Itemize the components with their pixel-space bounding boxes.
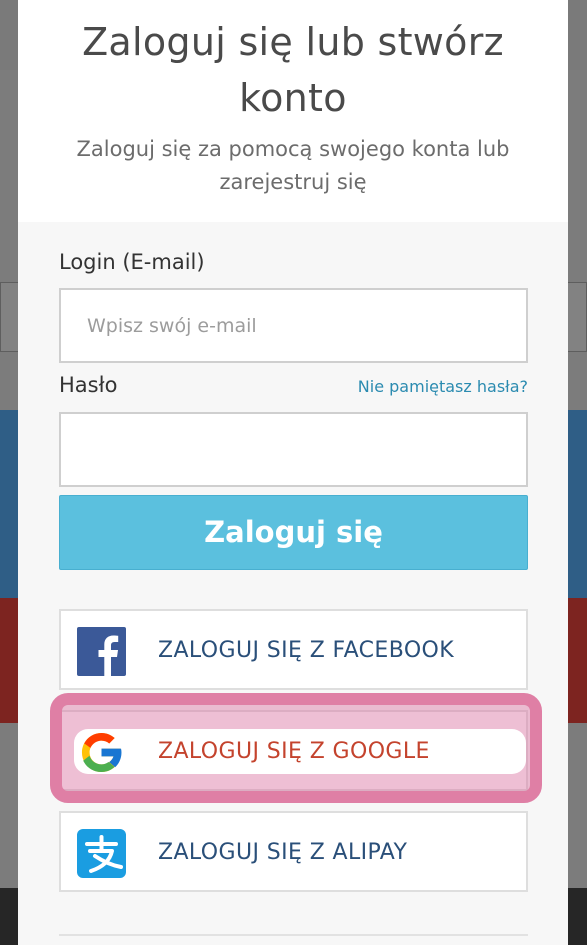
google-login-label-highlighted: ZALOGUJ SIĘ Z GOOGLE: [158, 739, 430, 764]
modal-header: Zaloguj się lub stwórz konto Zaloguj się…: [18, 0, 568, 222]
login-label: Login (E-mail): [59, 250, 205, 274]
modal-subtitle: Zaloguj się za pomocą swojego konta lub …: [76, 137, 510, 194]
alipay-login-label: ZALOGUJ SIĘ Z ALIPAY: [158, 840, 408, 865]
divider: [59, 934, 528, 936]
modal-title: Zaloguj się lub stwórz konto: [82, 20, 504, 120]
facebook-login-label: ZALOGUJ SIĘ Z FACEBOOK: [158, 638, 455, 663]
facebook-login-button[interactable]: ZALOGUJ SIĘ Z FACEBOOK: [59, 609, 528, 690]
forgot-password-link[interactable]: Nie pamiętasz hasła?: [358, 377, 528, 396]
google-icon: [81, 732, 123, 773]
alipay-icon: [77, 829, 126, 878]
email-input[interactable]: [59, 288, 528, 363]
alipay-login-button[interactable]: ZALOGUJ SIĘ Z ALIPAY: [59, 811, 528, 892]
password-label: Hasło: [59, 373, 118, 397]
login-modal: Zaloguj się lub stwórz konto Zaloguj się…: [18, 0, 568, 945]
login-button[interactable]: Zaloguj się: [59, 495, 528, 570]
facebook-icon: [77, 627, 126, 676]
password-input[interactable]: [59, 412, 528, 487]
